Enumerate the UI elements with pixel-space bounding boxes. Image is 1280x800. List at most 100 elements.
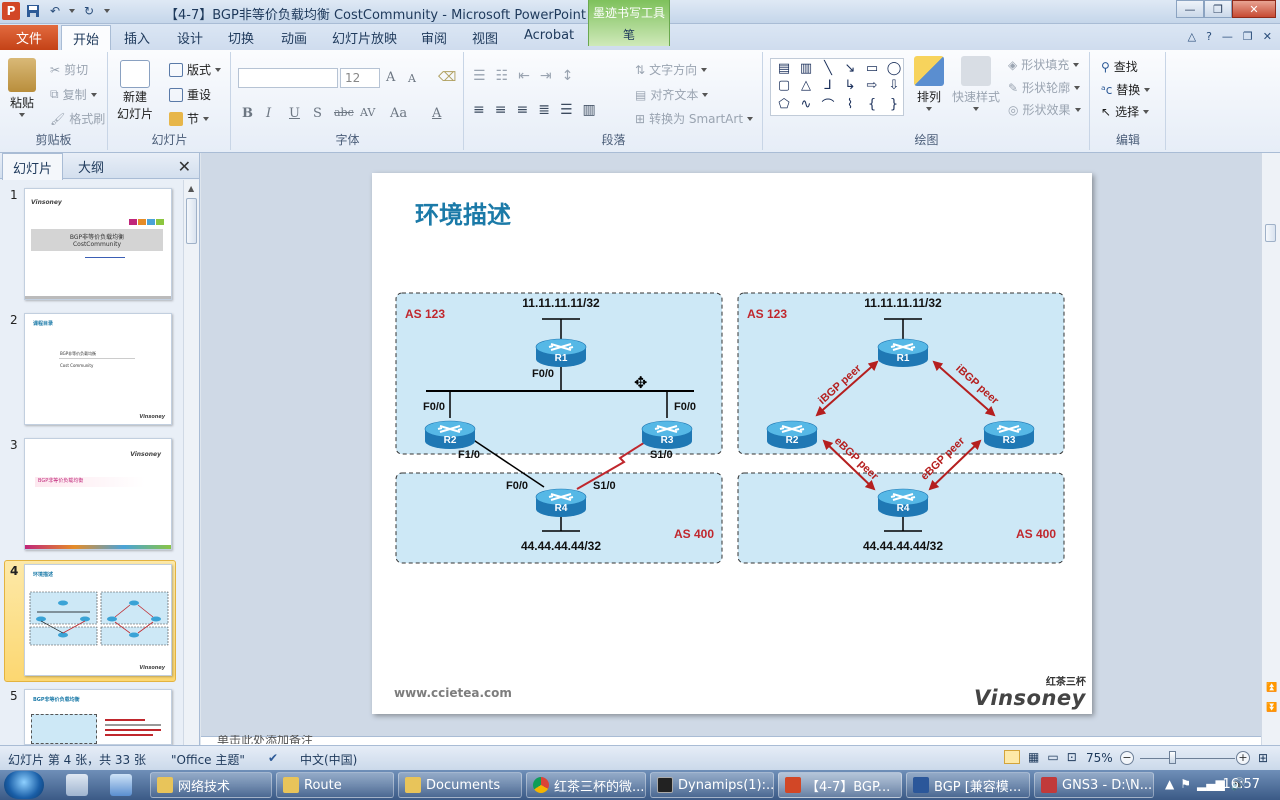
language[interactable]: 中文(中国) <box>300 751 357 768</box>
redo-icon[interactable]: ↻ <box>80 2 98 20</box>
textbox-shape-icon[interactable]: ▤ <box>774 61 794 76</box>
align-text-button[interactable]: ▤ 对齐文本 <box>635 86 709 103</box>
replace-button[interactable]: ᵃc 替换 <box>1101 81 1151 98</box>
taskbar-item-chrome[interactable]: 红茶三杯的微... <box>526 772 646 798</box>
taskbar-item-dynamips[interactable]: Dynamips(1):... <box>650 772 774 798</box>
help-icon[interactable]: ? <box>1206 30 1212 43</box>
fit-to-window-icon[interactable]: ⊞ <box>1258 751 1268 765</box>
paste-button[interactable]: 粘贴 <box>8 58 36 117</box>
close-pane-icon[interactable]: ✕ <box>178 157 191 176</box>
powerpoint-logo-icon[interactable]: P <box>2 2 20 20</box>
tab-insert[interactable]: 插入 <box>124 28 150 47</box>
collapse-ribbon-icon[interactable]: △ <box>1188 30 1196 43</box>
thumb-slide-4[interactable]: 环境描述 Vinsoney <box>24 564 172 676</box>
vtextbox-shape-icon[interactable]: ▥ <box>796 61 816 76</box>
flag-icon[interactable]: ⚑ <box>1180 777 1191 791</box>
numbering-icon[interactable]: ☷ <box>496 68 509 84</box>
smartart-button[interactable]: ⊞ 转换为 SmartArt <box>635 110 754 127</box>
shrink-font-button[interactable]: A <box>408 72 416 85</box>
taskbar-item-word[interactable]: BGP [兼容模... <box>906 772 1030 798</box>
doc-minimize-icon[interactable]: — <box>1222 30 1233 43</box>
layout-button[interactable]: 版式 <box>169 61 222 78</box>
decrease-indent-icon[interactable]: ⇤ <box>518 68 530 84</box>
char-spacing-button[interactable]: AV <box>360 106 375 119</box>
freeform-shape-icon[interactable]: ⬠ <box>774 95 794 114</box>
prev-slide-icon[interactable]: ⏫ <box>1266 683 1277 693</box>
justify-icon[interactable]: ≣ <box>538 102 550 118</box>
spellcheck-icon[interactable]: ✔ <box>268 751 278 765</box>
shape-effects-button[interactable]: ◎ 形状效果 <box>1008 101 1081 118</box>
italic-button[interactable]: I <box>266 106 271 121</box>
brace-left-shape-icon[interactable]: { <box>862 95 882 114</box>
align-right-icon[interactable]: ≡ <box>516 102 528 118</box>
arrange-button[interactable]: 排列 <box>914 56 944 111</box>
shadow-button[interactable]: S <box>313 106 322 121</box>
taskbar-item-folder3[interactable]: Documents <box>398 772 522 798</box>
doc-restore-icon[interactable]: ❐ <box>1243 30 1253 43</box>
tab-review[interactable]: 审阅 <box>421 28 447 47</box>
tab-outline-pane[interactable]: 大纲 <box>78 157 104 176</box>
thumb-slide-2[interactable]: 课程目录 BGP非等价负载均衡 Cost Community Vinsoney <box>24 313 172 425</box>
tab-slides-pane[interactable]: 幻灯片 <box>2 153 64 180</box>
tab-file[interactable]: 文件 <box>0 25 58 50</box>
pane-scrollbar[interactable]: ▲ <box>183 180 199 745</box>
text-direction-button[interactable]: ⇅ 文字方向 <box>635 61 708 78</box>
thumb-slide-1[interactable]: Vinsoney BGP非等价负载均衡 CostCommunity <box>24 188 172 300</box>
clear-format-icon[interactable]: ⌫ <box>438 70 456 85</box>
undo-dropdown-icon[interactable] <box>68 2 76 20</box>
clock[interactable]: 16:57 <box>1223 777 1260 792</box>
scroll-up-icon[interactable]: ▲ <box>188 184 194 193</box>
tab-acrobat[interactable]: Acrobat <box>524 28 574 43</box>
normal-view-icon[interactable] <box>1004 750 1020 764</box>
rect-shape-icon[interactable]: ▭ <box>862 61 882 76</box>
reading-view-icon[interactable]: ▭ <box>1047 750 1058 764</box>
zoom-level[interactable]: 75% <box>1086 751 1113 765</box>
shape-outline-button[interactable]: ✎ 形状轮廓 <box>1008 79 1081 96</box>
slide-sorter-icon[interactable]: ▦ <box>1028 750 1039 764</box>
shapes-gallery[interactable]: ▤ ▥ ╲ ↘ ▭ ◯ ▢ △ ⅃ ↳ ⇨ ⇩ ⬠ ∿ ⌒ ⌇{} <box>770 58 904 116</box>
arc-shape-icon[interactable]: ⌒ <box>818 95 838 114</box>
select-button[interactable]: ↖ 选择 <box>1101 103 1150 120</box>
shape-fill-button[interactable]: ◈ 形状填充 <box>1008 56 1080 73</box>
tab-animations[interactable]: 动画 <box>281 28 307 47</box>
zoom-slider-track[interactable] <box>1140 758 1235 759</box>
font-name-combo[interactable] <box>238 68 338 88</box>
elbow-shape-icon[interactable]: ⅃ <box>818 78 838 93</box>
notes-placeholder[interactable]: 单击此处添加备注 <box>217 735 313 744</box>
font-color-button[interactable]: A <box>432 106 441 121</box>
section-button[interactable]: 节 <box>169 110 210 127</box>
align-center-icon[interactable]: ≡ <box>495 102 507 118</box>
slide-canvas[interactable]: 环境描述 AS 123 AS 400 11.11.11.11/32 44.44.… <box>372 173 1092 714</box>
taskbar-item-powerpoint[interactable]: 【4-7】BGP... <box>778 772 902 798</box>
curve-shape-icon[interactable]: ∿ <box>796 95 816 114</box>
tray-expand-icon[interactable]: ▲ <box>1165 777 1174 791</box>
explorer-pin-icon[interactable] <box>110 774 132 796</box>
line-spacing-icon[interactable]: ↕ <box>562 68 574 84</box>
bold-button[interactable]: B <box>242 106 253 121</box>
zoom-in-button[interactable]: + <box>1236 751 1250 765</box>
start-button[interactable] <box>4 771 44 799</box>
tab-design[interactable]: 设计 <box>177 28 203 47</box>
underline-button[interactable]: U <box>289 106 300 121</box>
strikethrough-button[interactable]: abc <box>334 106 354 119</box>
wave-shape-icon[interactable]: ⌇ <box>840 95 860 114</box>
slideshow-icon[interactable]: ⊡ <box>1067 750 1077 764</box>
close-button[interactable]: ✕ <box>1232 0 1276 18</box>
brace-right-shape-icon[interactable]: } <box>884 95 904 114</box>
zoom-slider-knob[interactable] <box>1169 751 1176 764</box>
tab-slideshow[interactable]: 幻灯片放映 <box>332 28 397 47</box>
reset-button[interactable]: 重设 <box>169 86 211 103</box>
tab-pen[interactable]: 笔 <box>589 26 669 43</box>
grow-font-button[interactable]: A <box>386 70 395 85</box>
bullets-icon[interactable]: ☰ <box>473 68 486 84</box>
undo-icon[interactable]: ↶ <box>46 2 64 20</box>
copy-button[interactable]: ⧉ 复制 <box>50 86 97 103</box>
tab-view[interactable]: 视图 <box>472 28 498 47</box>
notes-pane[interactable]: 单击此处添加备注 <box>201 735 1261 745</box>
columns-icon[interactable]: ▥ <box>583 102 596 118</box>
editor-scrollbar[interactable]: ⏫ ⏬ <box>1261 153 1280 745</box>
doc-close-icon[interactable]: ✕ <box>1263 30 1272 43</box>
oval-shape-icon[interactable]: ◯ <box>884 61 904 76</box>
network-icon[interactable]: ▂▄▆ <box>1197 777 1225 791</box>
distribute-icon[interactable]: ☰ <box>560 102 573 118</box>
